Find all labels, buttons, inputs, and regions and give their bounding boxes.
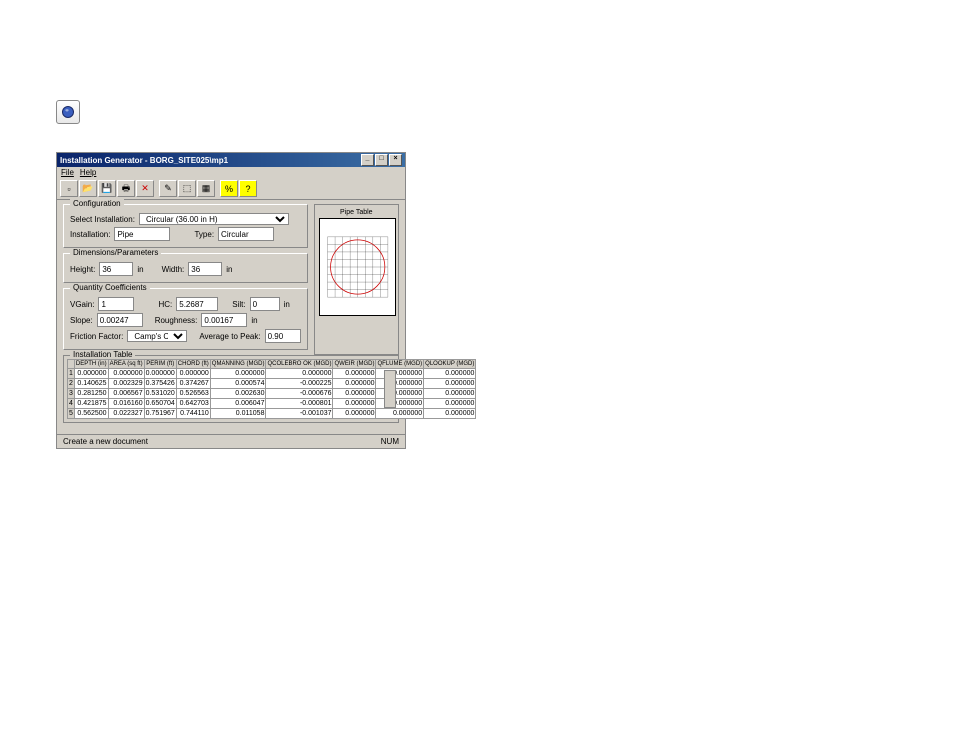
table-row[interactable]: 40.4218750.0161600.6507040.6427030.00604… [68,399,476,409]
silt-label: Silt: [232,300,245,309]
titlebar[interactable]: Installation Generator - BORG_SITE025\mp… [57,153,405,167]
roughness-field[interactable] [201,313,247,327]
installation-label: Installation: [70,230,110,239]
installation-field[interactable] [114,227,170,241]
type-label: Type: [194,230,214,239]
toolbar: ▫ 📂 💾 🖶 ✕ ✎ ⬚ ▦ % ? [57,178,405,200]
installation-table[interactable]: DEPTH (in)AREA (sq ft)PERIM (ft)CHORD (f… [67,359,476,419]
quantity-group: VGain: HC: Silt: in Slope: Roughness: [63,288,308,350]
save-icon[interactable]: 💾 [98,180,116,197]
roughness-label: Roughness: [155,316,198,325]
menu-help[interactable]: Help [80,168,96,177]
status-numlock: NUM [381,437,399,446]
table-scrollbar[interactable] [384,370,396,408]
height-label: Height: [70,265,95,274]
select-installation-dropdown[interactable]: Circular (36.00 in H) [139,213,289,225]
hc-label: HC: [158,300,172,309]
hc-field[interactable] [176,297,218,311]
slope-label: Slope: [70,316,93,325]
pipe-table-chart-box: Pipe Table [314,204,399,355]
avg-to-peak-label: Average to Peak: [199,332,260,341]
help-icon[interactable]: ? [239,180,257,197]
silt-field[interactable] [250,297,280,311]
vgain-label: VGain: [70,300,94,309]
roughness-unit: in [251,316,257,325]
friction-dropdown[interactable]: Camp's Curve [127,330,187,342]
table-row[interactable]: 50.5625000.0223270.7519670.7441100.01105… [68,409,476,419]
friction-label: Friction Factor: [70,332,123,341]
dimensions-group: Height: in Width: in [63,253,308,283]
menu-file[interactable]: File [61,168,74,177]
print-icon[interactable]: 🖶 [117,180,135,197]
height-field[interactable] [99,262,133,276]
separator [155,180,158,195]
table-row[interactable]: 30.2812500.0065670.5310200.5265630.00263… [68,389,476,399]
delete-icon[interactable]: ✕ [136,180,154,197]
new-icon[interactable]: ▫ [60,180,78,197]
installation-table-group: DEPTH (in)AREA (sq ft)PERIM (ft)CHORD (f… [63,355,399,423]
table-row[interactable]: 10.0000000.0000000.0000000.0000000.00000… [68,369,476,379]
configuration-group: Select Installation: Circular (36.00 in … [63,204,308,248]
maximize-button[interactable]: □ [375,154,388,166]
percent-icon[interactable]: % [220,180,238,197]
vgain-field[interactable] [98,297,134,311]
minimize-button[interactable]: _ [361,154,374,166]
open-icon[interactable]: 📂 [79,180,97,197]
pipe-table-chart [319,218,396,316]
slope-field[interactable] [97,313,143,327]
window-title: Installation Generator - BORG_SITE025\mp… [60,156,228,165]
width-field[interactable] [188,262,222,276]
table-row[interactable]: 20.1406250.0023290.3754260.3742670.00057… [68,379,476,389]
separator [216,180,219,195]
chart-title: Pipe Table [319,209,394,216]
type-field[interactable] [218,227,274,241]
installation-generator-window: Installation Generator - BORG_SITE025\mp… [56,152,406,449]
app-launcher-icon [56,100,80,124]
table-icon[interactable]: ▦ [197,180,215,197]
status-bar: Create a new document NUM [57,434,405,448]
width-unit: in [226,265,232,274]
chart-icon[interactable]: ⬚ [178,180,196,197]
close-button[interactable]: × [389,154,402,166]
status-message: Create a new document [63,437,148,446]
silt-unit: in [284,300,290,309]
menubar: File Help [57,167,405,178]
height-unit: in [137,265,143,274]
width-label: Width: [162,265,185,274]
select-installation-label: Select Installation: [70,215,135,224]
edit-icon[interactable]: ✎ [159,180,177,197]
avg-to-peak-field[interactable] [265,329,301,343]
